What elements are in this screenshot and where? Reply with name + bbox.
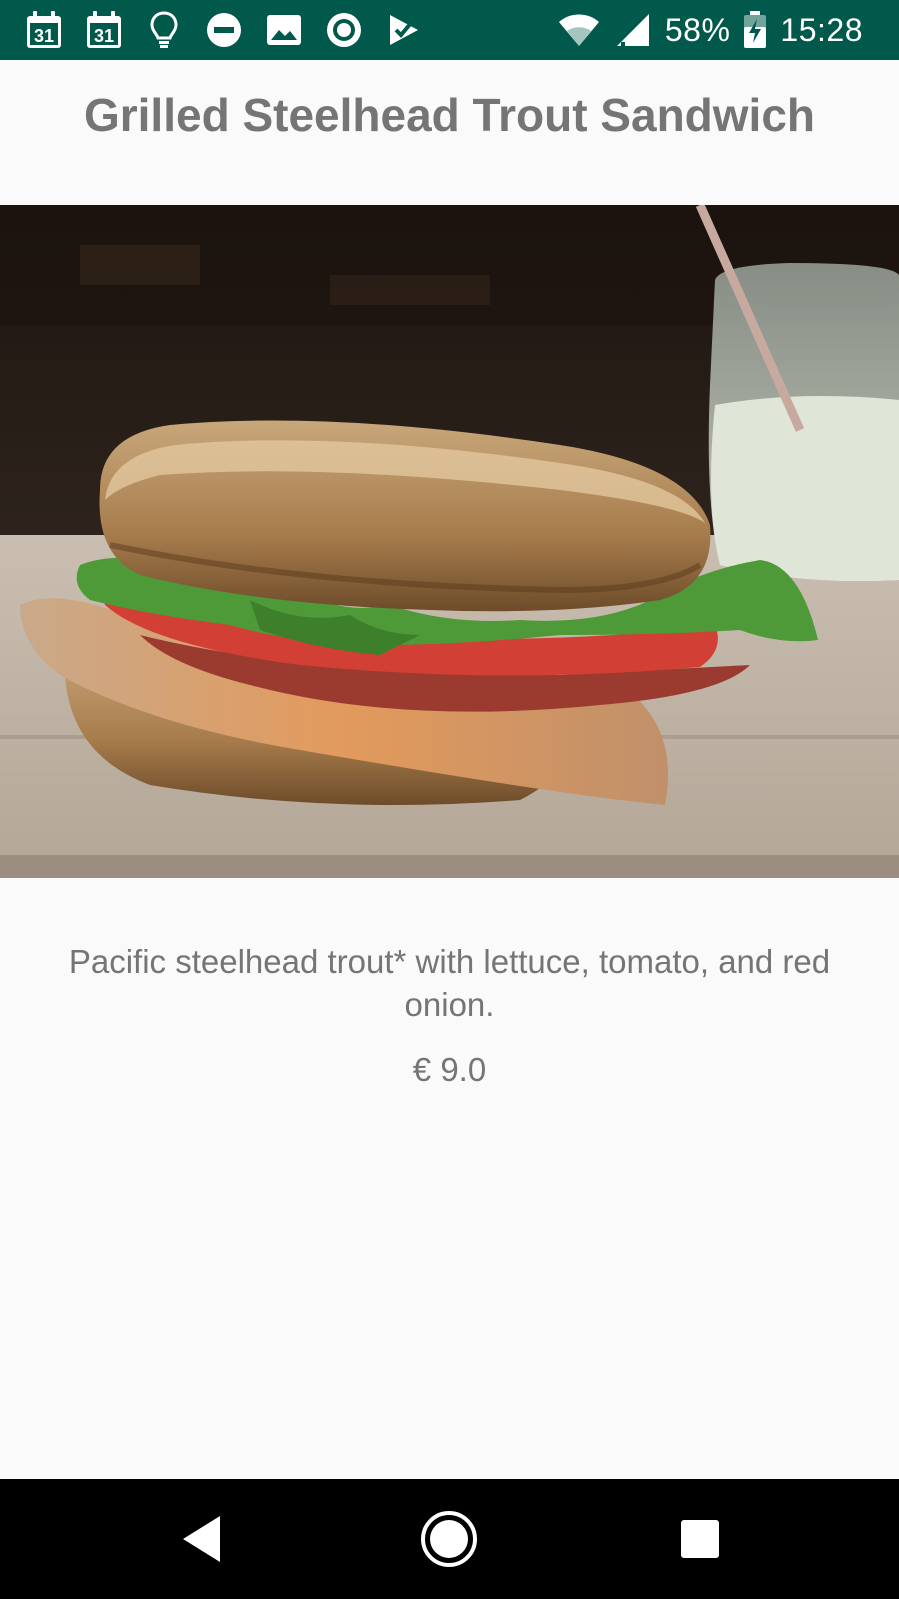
calendar-day-2: 31	[94, 26, 114, 46]
home-icon	[421, 1511, 477, 1567]
do-not-disturb-icon	[204, 10, 244, 50]
calendar-icon: 31	[24, 10, 64, 50]
notification-icons: 31 31	[24, 9, 424, 51]
home-button[interactable]	[419, 1509, 479, 1569]
battery-charging-icon	[742, 10, 768, 50]
back-icon	[183, 1516, 220, 1562]
lightbulb-icon	[144, 10, 184, 50]
wifi-icon	[557, 10, 601, 50]
image-icon	[264, 10, 304, 50]
navigation-bar	[0, 1479, 899, 1599]
check-flag-icon	[384, 10, 424, 50]
clock: 15:28	[780, 11, 863, 48]
sandwich-photo	[0, 205, 899, 878]
calendar-day-1: 31	[34, 26, 54, 46]
recents-icon	[681, 1520, 719, 1558]
status-bar: 31 31 58% 15:28	[0, 0, 899, 60]
calendar-icon: 31	[84, 10, 124, 50]
back-button[interactable]	[172, 1509, 232, 1569]
signal-icon	[613, 10, 653, 50]
record-icon	[324, 10, 364, 50]
title-bar: Grilled Steelhead Trout Sandwich	[0, 60, 899, 205]
system-status: 58% 15:28	[557, 9, 863, 51]
item-description: Pacific steelhead trout* with lettuce, t…	[68, 943, 831, 1023]
item-price: € 9.0	[412, 1051, 487, 1088]
battery-percent: 58%	[664, 11, 731, 48]
page-title: Grilled Steelhead Trout Sandwich	[83, 89, 816, 141]
recents-button[interactable]	[670, 1509, 730, 1569]
